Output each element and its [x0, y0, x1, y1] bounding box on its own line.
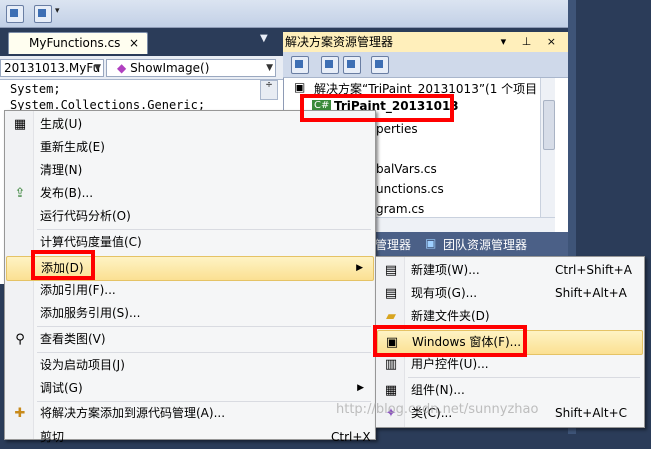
tree-item[interactable]: perties — [376, 122, 418, 136]
menu-item-code-analysis[interactable]: 运行代码分析(O) — [6, 205, 374, 228]
menu-item-set-startup[interactable]: 设为启动项目(J) — [6, 354, 374, 377]
tab-solution-explorer[interactable]: 管理器 — [375, 236, 411, 253]
class-combo[interactable]: 20131013.MyFu ▼ — [0, 59, 104, 77]
tab-team-explorer[interactable]: 团队资源管理器 — [443, 236, 527, 253]
new-item-icon: ▤ — [384, 263, 398, 278]
method-combo-value: ShowImage() — [130, 61, 210, 75]
tab-dropdown-icon[interactable]: ▼ — [260, 33, 268, 44]
publish-icon: ⇪ — [14, 186, 26, 201]
toolbar-tool-icon[interactable] — [34, 5, 52, 23]
toolbar-button-icon[interactable] — [6, 5, 24, 23]
class-diagram-icon: ⚲ — [15, 332, 25, 347]
method-combo[interactable]: ◆ ShowImage() ▼ — [106, 59, 276, 77]
menu-item-add-reference[interactable]: 添加引用(F)... — [6, 279, 374, 302]
menu-item-debug[interactable]: 调试(G) ▶ — [6, 377, 374, 400]
split-scroll-icon[interactable]: ÷ — [260, 80, 278, 100]
navigation-bar: 20131013.MyFu ▼ ◆ ShowImage() ▼ — [0, 56, 283, 80]
close-icon[interactable]: × — [129, 33, 139, 54]
build-icon: ▦ — [13, 117, 27, 132]
menu-item-view-class-diagram[interactable]: ⚲ 查看类图(V) — [6, 328, 374, 351]
method-icon: ◆ — [117, 61, 127, 75]
menu-item-cut[interactable]: 剪切 Ctrl+X — [6, 426, 374, 449]
solution-explorer-toolbar — [283, 52, 568, 78]
submenu-item-new-item[interactable]: ▤ 新建项(W)... Ctrl+Shift+A — [377, 259, 643, 282]
tab-title: MyFunctions.cs — [29, 36, 121, 50]
existing-item-icon: ▤ — [384, 286, 398, 301]
chevron-down-icon: ▼ — [94, 63, 101, 73]
submenu-arrow-icon: ▶ — [356, 263, 363, 273]
watermark: http://blog.csdn.net/sunnyzhao — [336, 402, 539, 417]
panel-title: 解决方案资源管理器 — [285, 35, 394, 49]
source-control-icon: ✚ — [14, 406, 26, 421]
component-icon: ▦ — [384, 383, 398, 398]
class-combo-value: 20131013.MyFu — [4, 61, 101, 75]
menu-item-publish[interactable]: ⇪ 发布(B)... — [6, 182, 374, 205]
submenu-item-component[interactable]: ▦ 组件(N)... — [377, 379, 643, 402]
submenu-arrow-icon: ▶ — [357, 383, 364, 393]
toolbar-overflow-icon[interactable]: ▾ — [55, 6, 60, 16]
tree-item[interactable]: gram.cs — [376, 202, 424, 216]
user-control-icon: ▥ — [384, 357, 398, 372]
solution-explorer-title: 解决方案资源管理器 ▾ ⊥ × — [283, 32, 568, 52]
panel-buttons[interactable]: ▾ ⊥ × — [501, 32, 562, 52]
tree-item[interactable]: balVars.cs — [376, 162, 437, 176]
menu-item-clean[interactable]: 清理(N) — [6, 159, 374, 182]
menu-item-add-service-reference[interactable]: 添加服务引用(S)... — [6, 302, 374, 325]
menu-item-rebuild[interactable]: 重新生成(E) — [6, 136, 374, 159]
refresh-icon[interactable] — [343, 56, 361, 74]
solution-icon: ▣ — [294, 80, 306, 94]
show-all-files-icon[interactable] — [321, 56, 339, 74]
annotation-project-box — [300, 94, 454, 122]
menu-item-add-to-source-control[interactable]: ✚ 将解决方案添加到源代码管理(A)... — [6, 402, 374, 425]
annotation-windows-form-box — [373, 325, 527, 357]
vertical-scrollbar[interactable] — [540, 78, 555, 218]
code-line: System; — [10, 82, 61, 96]
properties-icon[interactable] — [291, 56, 309, 74]
top-toolbar: ▾ — [0, 0, 568, 28]
annotation-add-box — [31, 250, 95, 280]
tab-myfunctions[interactable]: MyFunctions.cs × — [8, 32, 148, 54]
submenu-item-existing-item[interactable]: ▤ 现有项(G)... Shift+Alt+A — [377, 282, 643, 305]
folder-icon: ▰ — [386, 309, 396, 324]
team-explorer-icon: ▣ — [425, 236, 437, 250]
chevron-down-icon: ▼ — [266, 63, 273, 73]
tree-item[interactable]: unctions.cs — [376, 182, 444, 196]
view-class-diagram-icon[interactable] — [371, 56, 389, 74]
